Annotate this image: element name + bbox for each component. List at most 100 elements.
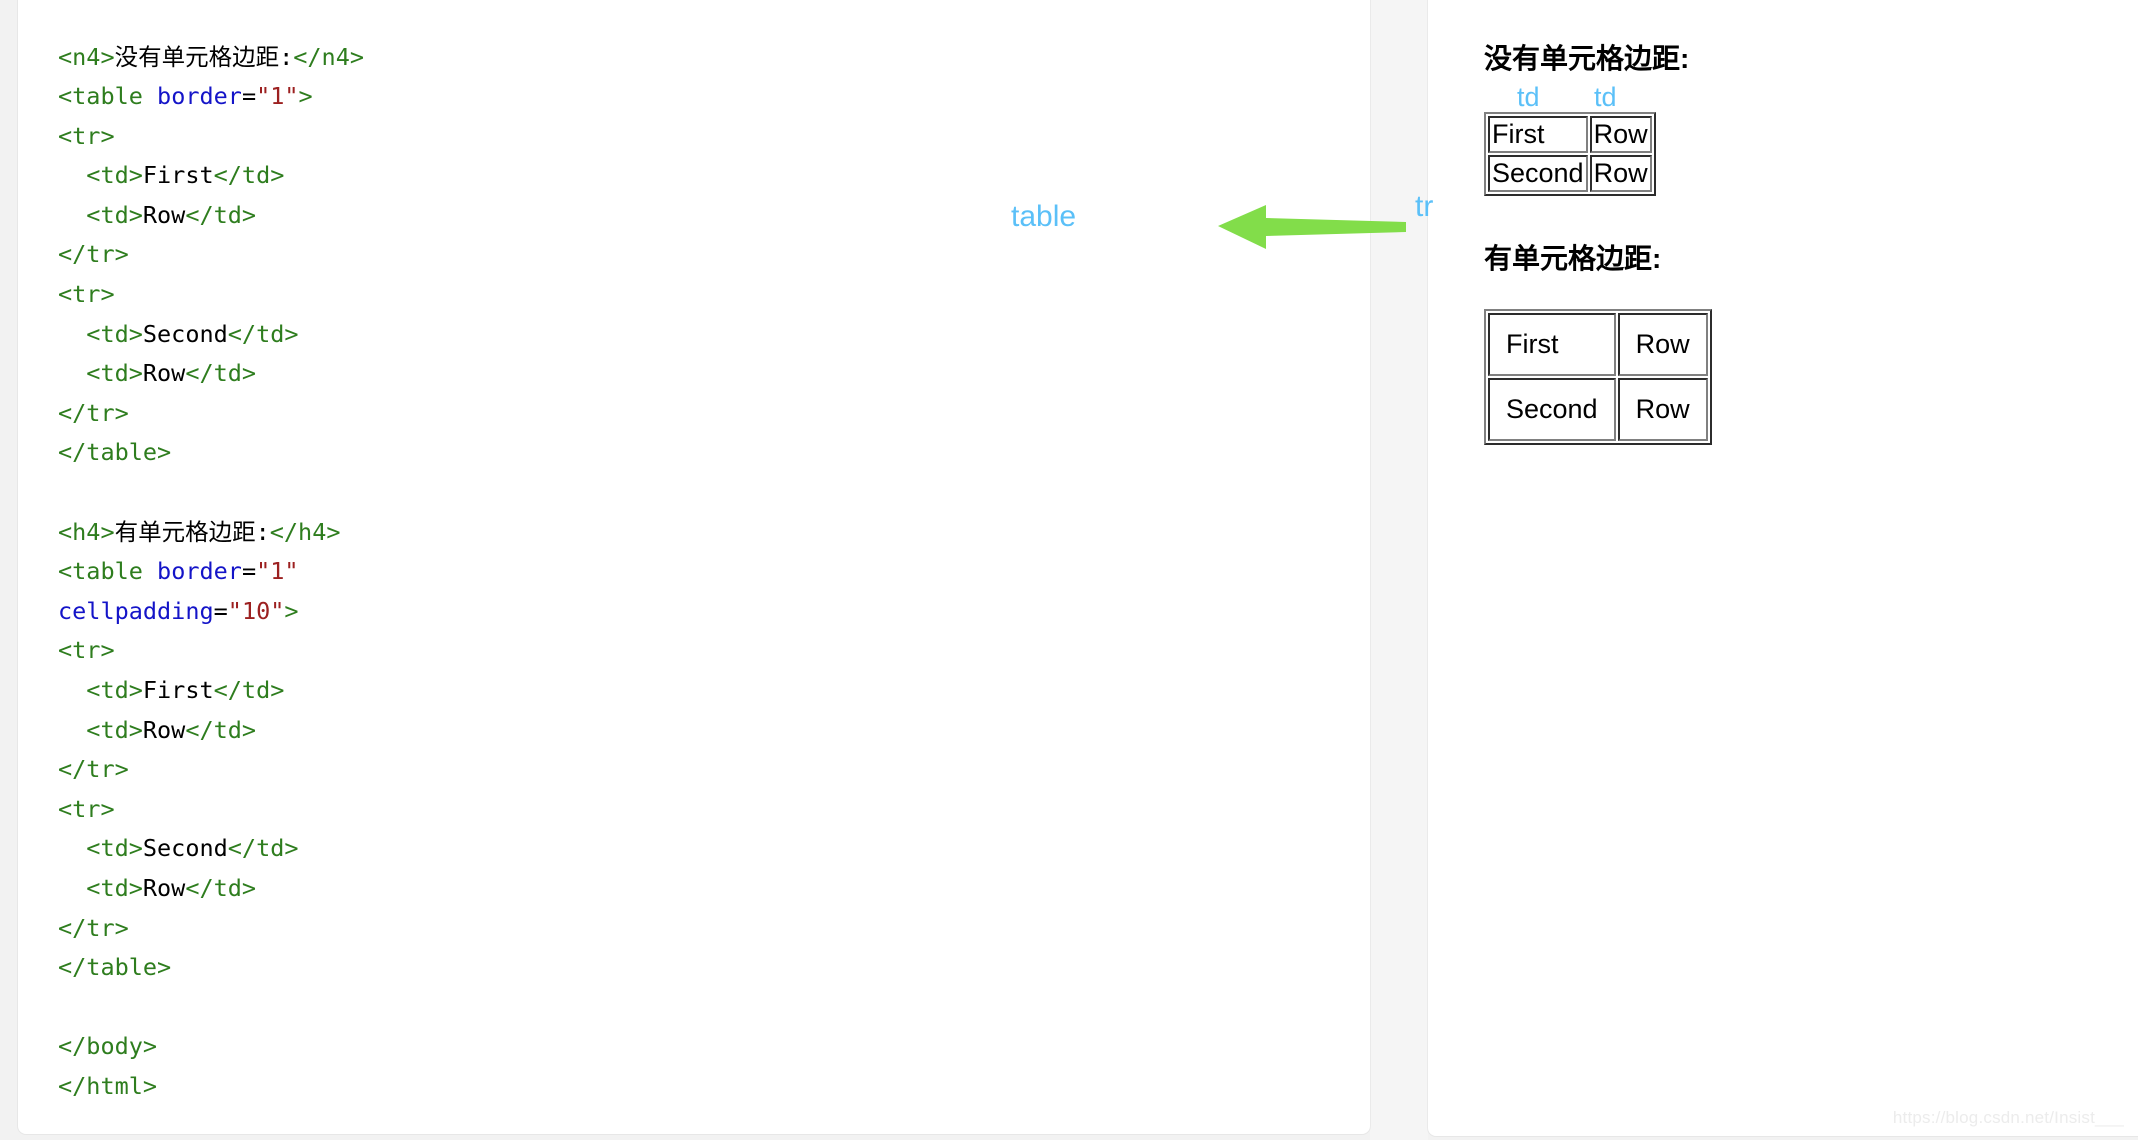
code-token-txt: = xyxy=(241,82,257,111)
code-token-txt: 有单元格边距: xyxy=(114,517,270,546)
page-root: <n4>没有单元格边距:</n4> <table border="1"> <tr> … xyxy=(0,0,2138,1140)
annotation-label-tr: tr xyxy=(1415,190,1434,223)
code-token-tag: <td> xyxy=(58,161,143,190)
table-row: Second Row xyxy=(1488,378,1708,442)
code-line: </tr> xyxy=(58,394,364,434)
code-token-tag: </h4> xyxy=(269,517,341,546)
code-token-tag: > xyxy=(284,596,299,625)
code-token-str: "1" xyxy=(256,82,299,111)
table-row: First Row xyxy=(1488,313,1708,377)
table-no-cellpadding: First Row Second Row xyxy=(1484,111,1656,196)
code-line: <td>First</td> xyxy=(58,671,364,711)
rendered-output-content: 没有单元格边距: td td First Row Second Row 有单元格边距:… xyxy=(1484,42,2084,446)
code-token-tag: > xyxy=(298,82,313,111)
code-token-tag: </td> xyxy=(227,834,299,863)
code-token-tag: <td> xyxy=(58,359,143,388)
code-token-txt: Second xyxy=(142,834,228,863)
table-cell: Row xyxy=(1617,313,1708,377)
code-token-tag: <td> xyxy=(58,319,143,348)
code-line: <td>Row</td> xyxy=(58,869,364,909)
heading-2-wrapper: 有单元格边距: xyxy=(1484,242,2084,276)
code-token-str: "1" xyxy=(256,557,299,586)
code-token-attr: border xyxy=(157,557,242,586)
heading-with-cellpadding: 有单元格边距: xyxy=(1484,242,1662,274)
table-cell: Row xyxy=(1589,115,1652,153)
code-token-tag: <td> xyxy=(58,715,143,744)
code-token-tag: </td> xyxy=(227,319,299,348)
code-token-tag: </tr> xyxy=(58,398,129,427)
code-token-tag: </tr> xyxy=(58,755,129,784)
code-token-tag: <td> xyxy=(58,676,143,704)
code-token-tag: <td> xyxy=(58,200,143,229)
td-annotation-row: td td xyxy=(1484,82,2084,112)
code-token-txt: First xyxy=(142,676,214,704)
code-line: </tr> xyxy=(58,235,364,275)
code-token-tag: </tr> xyxy=(58,913,129,942)
code-line: <td>Second</td> xyxy=(58,829,364,869)
table-row: Second Row xyxy=(1488,154,1652,192)
code-token-tag: <h4> xyxy=(58,517,115,546)
code-token-tag: </td> xyxy=(185,873,257,902)
code-line: <td>Row</td> xyxy=(58,354,364,394)
code-token-str: "10" xyxy=(227,596,285,625)
code-line: <tr> xyxy=(58,275,364,315)
code-line: <tr> xyxy=(58,790,364,830)
table-cell: Second xyxy=(1488,378,1616,442)
table-cell: Row xyxy=(1617,378,1708,442)
code-line: </tr> xyxy=(58,909,364,949)
code-token-tag: </td> xyxy=(185,359,257,388)
code-line: </html> xyxy=(58,1067,364,1107)
code-line: <td>Second</td> xyxy=(58,315,364,355)
code-token-tag: </body> xyxy=(58,1032,158,1061)
code-line: </table> xyxy=(58,948,364,988)
code-token-tag: </n4> xyxy=(293,42,364,71)
code-line: cellpadding="10"> xyxy=(58,592,364,632)
code-token-tag: </td> xyxy=(213,676,285,704)
code-token-tag: <tr> xyxy=(58,280,115,309)
heading-no-cellpadding: 没有单元格边距: xyxy=(1484,43,1690,74)
watermark: https://blog.csdn.net/Insist___ xyxy=(1892,1108,2124,1127)
code-token-tag: <td> xyxy=(58,834,143,863)
code-line: <td>First</td> xyxy=(58,156,364,196)
code-token-tag: </td> xyxy=(185,200,257,229)
table-cell: First xyxy=(1488,115,1588,153)
code-line: <h4>有单元格边距:</h4> xyxy=(58,513,364,553)
code-token-tag: <td> xyxy=(58,873,143,902)
code-token-txt: = xyxy=(241,557,257,586)
code-token-attr: border xyxy=(157,82,242,111)
code-token-txt: = xyxy=(213,596,228,625)
code-line: <n4>没有单元格边距:</n4> xyxy=(58,38,364,78)
code-token-tag: <table xyxy=(58,557,158,586)
code-line: <table border="1" xyxy=(58,552,364,592)
table-with-cellpadding: First Row Second Row xyxy=(1484,309,1712,446)
code-block[interactable]: <n4>没有单元格边距:</n4> <table border="1"> <tr> … xyxy=(58,38,364,1107)
code-token-tag: </tr> xyxy=(58,240,129,269)
code-token-tag: <n4> xyxy=(58,42,115,71)
code-line: </body> xyxy=(58,1027,364,1067)
code-token-tag: <tr> xyxy=(58,794,115,823)
code-token-tag: </table> xyxy=(58,438,172,467)
code-token-txt: Row xyxy=(142,200,186,229)
table-padded-wrapper: First Row Second Row xyxy=(1484,309,2084,446)
code-token-tag: <tr> xyxy=(58,636,115,665)
code-token-txt: Row xyxy=(142,715,186,744)
code-token-tag: <table xyxy=(58,82,158,111)
table-cell: Second xyxy=(1488,154,1588,192)
code-token-txt: Row xyxy=(142,873,186,902)
code-line: </tr> xyxy=(58,750,364,790)
code-token-tag: </td> xyxy=(213,161,285,190)
code-line: <td>Row</td> xyxy=(58,711,364,751)
td-label-right: td xyxy=(1594,81,1617,112)
code-token-txt: Second xyxy=(142,319,228,348)
code-line: <tr> xyxy=(58,631,364,671)
code-token-txt: Row xyxy=(142,359,186,388)
code-line: </table> xyxy=(58,433,364,473)
table-row: First Row xyxy=(1488,115,1652,153)
code-token-tag: </table> xyxy=(58,953,172,982)
code-token-tag: <tr> xyxy=(58,121,115,150)
code-line: <tr> xyxy=(58,117,364,157)
panel-divider xyxy=(1370,0,1428,1140)
table-body: First Row Second Row xyxy=(1488,115,1652,192)
